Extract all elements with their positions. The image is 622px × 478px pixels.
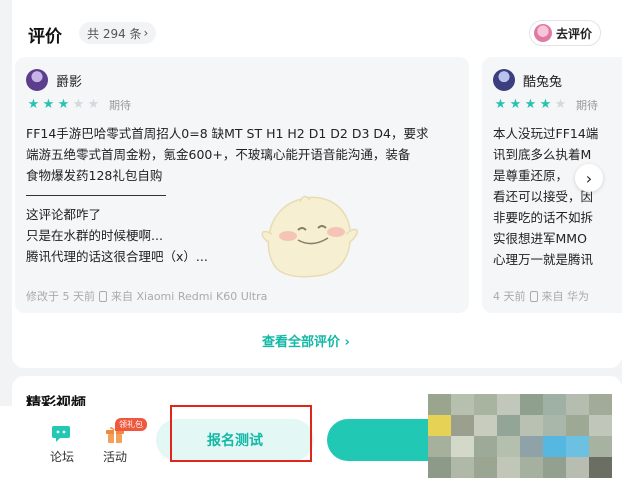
review-time: 修改于 5 天前 xyxy=(26,290,95,303)
highlight-box xyxy=(170,405,312,462)
review-meta: 4 天前 来自 华为 xyxy=(493,288,589,304)
review-username[interactable]: 酷兔兔 xyxy=(523,71,562,90)
review-meta: 修改于 5 天前 来自 Xiaomi Redmi K60 Ultra xyxy=(26,288,267,304)
rating-word: 期待 xyxy=(576,99,598,112)
review-line: 本人没玩过FF14端 xyxy=(493,126,599,141)
star-icon: ★ xyxy=(87,97,100,112)
divider xyxy=(26,195,166,196)
star-icon: ★ xyxy=(539,97,552,112)
phone-icon xyxy=(99,290,107,302)
reviews-count-label: 共 294 条 xyxy=(87,26,142,41)
star-icon: ★ xyxy=(42,97,55,112)
tab-label: 论坛 xyxy=(50,450,75,464)
review-line: 食物爆发药128礼包自购 xyxy=(26,168,163,183)
review-line: FF14手游巴哈零式首周招人0=8 缺MT ST H1 H2 D1 D2 D3 … xyxy=(26,126,429,141)
review-device: 来自 Xiaomi Redmi K60 Ultra xyxy=(111,290,268,303)
go-review-label: 去评价 xyxy=(556,26,593,41)
avatar[interactable] xyxy=(493,69,515,91)
phone-icon xyxy=(529,290,538,302)
mascot-sticker-icon xyxy=(261,195,358,278)
review-card[interactable]: 爵影 ★ ★ ★ ★ ★ 期待 FF14手游巴哈零式首周招人0=8 缺MT ST… xyxy=(15,57,469,313)
reviews-count-pill[interactable]: 共 294 条 › xyxy=(79,22,157,44)
review-line: 看还可以接受，因 xyxy=(493,189,594,204)
star-icon: ★ xyxy=(27,97,40,112)
go-review-button[interactable]: 去评价 xyxy=(529,20,602,46)
review-text: 本人没玩过FF14端 讯到底多么执着M 是尊重还原， 看还可以接受，因 非要吃的… xyxy=(493,123,622,270)
avatar[interactable] xyxy=(26,69,48,91)
star-icon: ★ xyxy=(509,97,522,112)
pixelated-overlay xyxy=(428,394,612,478)
review-line: 实很想进军MMO xyxy=(493,231,587,246)
star-icon: ★ xyxy=(72,97,85,112)
forum-chat-icon xyxy=(52,426,70,442)
review-line: 非要吃的话不如拆 xyxy=(493,210,594,225)
star-icon: ★ xyxy=(494,97,507,112)
rating-word: 期待 xyxy=(109,99,131,112)
tab-forum[interactable]: 论坛 xyxy=(50,424,74,465)
star-icon: ★ xyxy=(524,97,537,112)
review-username[interactable]: 爵影 xyxy=(56,71,82,90)
see-all-reviews-link[interactable]: 查看全部评价 › xyxy=(262,331,350,350)
tab-label: 活动 xyxy=(103,450,128,464)
star-rating: ★ ★ ★ ★ ★ 期待 xyxy=(493,97,598,113)
review-text: FF14手游巴哈零式首周招人0=8 缺MT ST H1 H2 D1 D2 D3 … xyxy=(26,123,458,267)
carousel-next-button[interactable]: › xyxy=(575,164,603,192)
review-line: 讯到底多么执着M xyxy=(493,147,592,162)
user-avatar-icon xyxy=(534,24,552,42)
review-device: 来自 华为 xyxy=(541,290,590,303)
review-line: 端游五绝零式首周金粉，氪金600+，不玻璃心能开语音能沟通，装备 xyxy=(26,147,411,162)
review-line: 只是在水群的时候梗啊... xyxy=(26,228,163,243)
review-line: 心理万一就是腾讯 xyxy=(493,252,594,267)
review-line: 这评论都咋了 xyxy=(26,207,102,222)
star-rating: ★ ★ ★ ★ ★ 期待 xyxy=(26,97,131,113)
reviews-title: 评价 xyxy=(28,27,62,47)
gift-pack-badge: 领礼包 xyxy=(115,418,147,431)
star-icon: ★ xyxy=(554,97,567,112)
chevron-right-icon: › xyxy=(143,26,149,40)
review-line: 腾讯代理的话这很合理吧（x）... xyxy=(26,249,208,264)
star-icon: ★ xyxy=(57,97,70,112)
review-time: 4 天前 xyxy=(493,290,526,303)
chevron-right-icon: › xyxy=(585,168,593,188)
